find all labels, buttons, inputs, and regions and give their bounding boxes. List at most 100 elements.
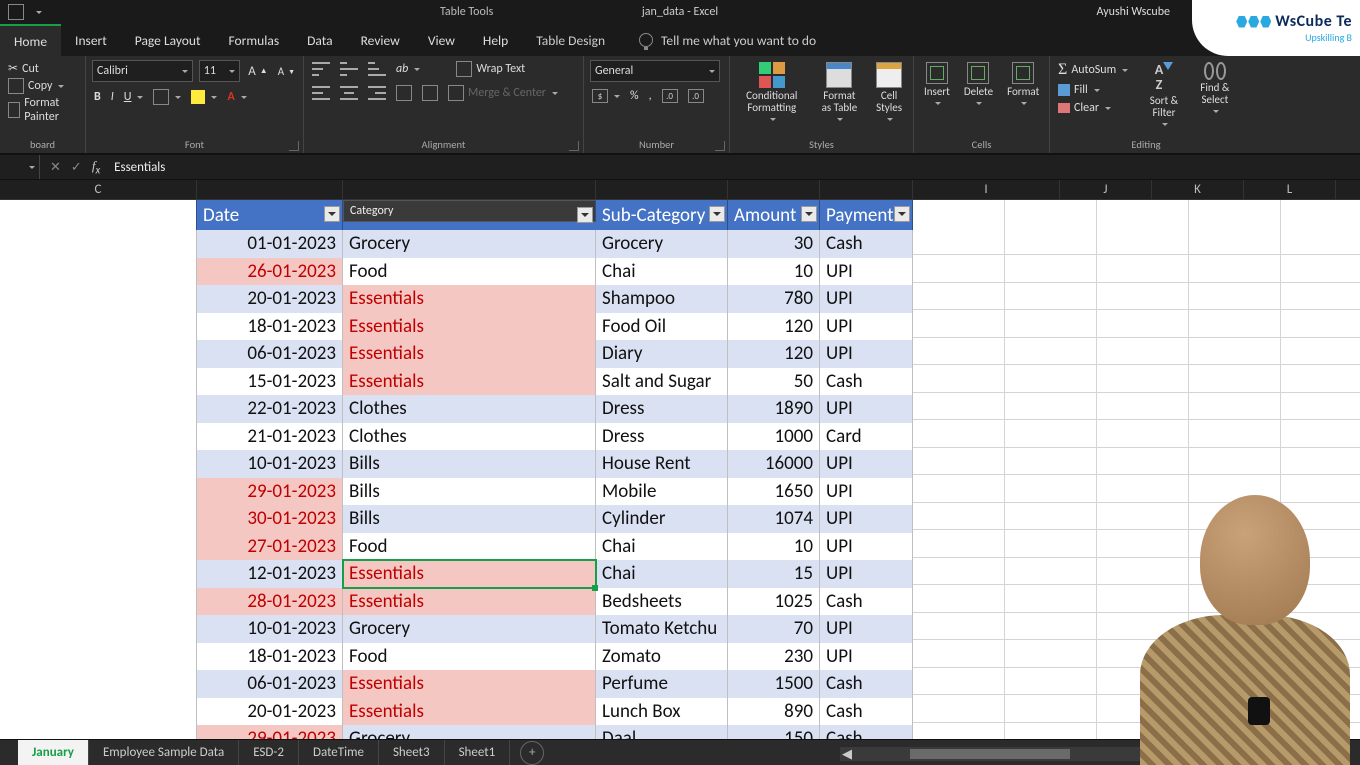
font-size-select[interactable]: 11 bbox=[199, 60, 240, 82]
cell-blank[interactable] bbox=[0, 643, 197, 671]
cell-payment[interactable]: Cash bbox=[820, 670, 913, 698]
cell-blank[interactable] bbox=[0, 450, 197, 478]
cell-date[interactable]: 26-01-2023 bbox=[197, 258, 343, 286]
cell-date[interactable]: 10-01-2023 bbox=[197, 450, 343, 478]
ribbon-tab-formulas[interactable]: Formulas bbox=[215, 24, 294, 56]
conditional-formatting-button[interactable]: Conditional Formatting bbox=[736, 60, 808, 124]
qat-save-icon[interactable] bbox=[8, 4, 24, 20]
empty-cell[interactable] bbox=[1005, 503, 1097, 531]
empty-cell[interactable] bbox=[913, 310, 1005, 338]
col-header-c[interactable]: C bbox=[0, 180, 197, 199]
empty-cell[interactable] bbox=[913, 338, 1005, 366]
cell-amount[interactable]: 1500 bbox=[728, 670, 820, 698]
cell-date[interactable]: 18-01-2023 bbox=[197, 643, 343, 671]
empty-cell[interactable] bbox=[1005, 695, 1097, 723]
empty-cell[interactable] bbox=[1281, 255, 1360, 283]
align-right-button[interactable] bbox=[366, 85, 388, 101]
percent-button[interactable]: % bbox=[628, 88, 641, 104]
cell-amount[interactable]: 16000 bbox=[728, 450, 820, 478]
cell-payment[interactable]: UPI bbox=[820, 643, 913, 671]
empty-cell[interactable] bbox=[1281, 530, 1360, 558]
cell-blank[interactable] bbox=[0, 230, 197, 258]
empty-cell[interactable] bbox=[1005, 613, 1097, 641]
empty-cell[interactable] bbox=[1005, 668, 1097, 696]
horizontal-scrollbar[interactable]: ◀▶ bbox=[840, 747, 1350, 761]
empty-cell[interactable] bbox=[1005, 200, 1097, 230]
cell-date[interactable]: 29-01-2023 bbox=[197, 478, 343, 506]
ribbon-tab-table-design[interactable]: Table Design bbox=[522, 24, 619, 56]
cell-subcategory[interactable]: Dress bbox=[596, 423, 728, 451]
empty-cell[interactable] bbox=[1005, 338, 1097, 366]
empty-cell[interactable] bbox=[1281, 475, 1360, 503]
empty-cell[interactable] bbox=[913, 200, 1005, 230]
sort-filter-button[interactable]: AZSort & Filter bbox=[1144, 60, 1184, 129]
empty-cell[interactable] bbox=[913, 695, 1005, 723]
filter-button-payment[interactable] bbox=[894, 206, 910, 222]
cell-amount[interactable]: 230 bbox=[728, 643, 820, 671]
align-center-button[interactable] bbox=[338, 85, 360, 101]
cell-amount[interactable]: 780 bbox=[728, 285, 820, 313]
empty-cell[interactable] bbox=[1005, 228, 1097, 256]
empty-cell[interactable] bbox=[1097, 283, 1189, 311]
cell-payment[interactable]: Cash bbox=[820, 230, 913, 258]
cell-subcategory[interactable]: Zomato bbox=[596, 643, 728, 671]
empty-cell[interactable] bbox=[1097, 475, 1189, 503]
empty-cell[interactable] bbox=[1005, 585, 1097, 613]
empty-cell[interactable] bbox=[1189, 695, 1281, 723]
scroll-left-icon[interactable]: ◀ bbox=[840, 747, 854, 761]
cell-payment[interactable]: UPI bbox=[820, 615, 913, 643]
empty-cell[interactable] bbox=[913, 475, 1005, 503]
cell-amount[interactable]: 15 bbox=[728, 560, 820, 588]
ribbon-tab-page-layout[interactable]: Page Layout bbox=[121, 24, 215, 56]
cell-amount[interactable]: 1000 bbox=[728, 423, 820, 451]
sheet-tab-sheet3[interactable]: Sheet3 bbox=[379, 740, 445, 765]
cell-amount[interactable]: 1650 bbox=[728, 478, 820, 506]
ribbon-tab-insert[interactable]: Insert bbox=[61, 24, 121, 56]
format-as-table-button[interactable]: Format as Table bbox=[814, 60, 866, 124]
empty-cell[interactable] bbox=[913, 640, 1005, 668]
cell-category[interactable]: Essentials bbox=[343, 698, 596, 726]
empty-cell[interactable] bbox=[1005, 393, 1097, 421]
empty-cell[interactable] bbox=[1281, 338, 1360, 366]
cell-payment[interactable]: UPI bbox=[820, 395, 913, 423]
qat-dropdown-icon[interactable] bbox=[34, 5, 42, 19]
filter-button-category[interactable] bbox=[577, 207, 593, 223]
col-header-cat[interactable] bbox=[343, 180, 596, 199]
sheet-tab-esd-2[interactable]: ESD-2 bbox=[239, 740, 299, 765]
empty-cell[interactable] bbox=[1005, 530, 1097, 558]
empty-cell[interactable] bbox=[1005, 283, 1097, 311]
empty-cell[interactable] bbox=[1097, 585, 1189, 613]
cell-payment[interactable]: UPI bbox=[820, 505, 913, 533]
cell-blank[interactable] bbox=[0, 698, 197, 726]
enter-formula-button[interactable]: ✓ bbox=[71, 160, 82, 175]
autosum-button[interactable]: ΣAutoSum bbox=[1056, 60, 1130, 80]
empty-cell[interactable] bbox=[1005, 365, 1097, 393]
cell-subcategory[interactable]: Perfume bbox=[596, 670, 728, 698]
cell-amount[interactable]: 1890 bbox=[728, 395, 820, 423]
accounting-format-button[interactable]: $ bbox=[590, 88, 622, 104]
header-date[interactable]: Date bbox=[197, 200, 343, 230]
borders-button[interactable] bbox=[151, 88, 183, 106]
align-bottom-button[interactable] bbox=[366, 61, 388, 77]
cell-category[interactable]: Essentials bbox=[343, 560, 596, 588]
col-header-j[interactable]: J bbox=[1060, 180, 1152, 199]
empty-cell[interactable] bbox=[1189, 475, 1281, 503]
ribbon-tab-home[interactable]: Home bbox=[0, 24, 61, 56]
cell-blank[interactable] bbox=[0, 285, 197, 313]
cell-blank[interactable] bbox=[0, 505, 197, 533]
empty-cell[interactable] bbox=[1005, 558, 1097, 586]
cell-subcategory[interactable]: Tomato Ketchu bbox=[596, 615, 728, 643]
insert-cells-button[interactable]: Insert bbox=[920, 60, 954, 108]
sheet-tab-sheet1[interactable]: Sheet1 bbox=[445, 740, 511, 765]
increase-indent-button[interactable] bbox=[420, 84, 440, 102]
empty-cell[interactable] bbox=[1189, 640, 1281, 668]
empty-cell[interactable] bbox=[1189, 255, 1281, 283]
cell-subcategory[interactable]: Bedsheets bbox=[596, 588, 728, 616]
empty-cell[interactable] bbox=[1005, 448, 1097, 476]
cut-button[interactable]: ✂Cut bbox=[6, 60, 79, 77]
account-name[interactable]: Ayushi Wscube bbox=[1097, 5, 1171, 19]
alignment-launcher[interactable] bbox=[569, 141, 579, 151]
empty-cell[interactable] bbox=[1281, 585, 1360, 613]
header-amount[interactable]: Amount bbox=[728, 200, 820, 230]
add-sheet-button[interactable]: + bbox=[520, 741, 544, 765]
